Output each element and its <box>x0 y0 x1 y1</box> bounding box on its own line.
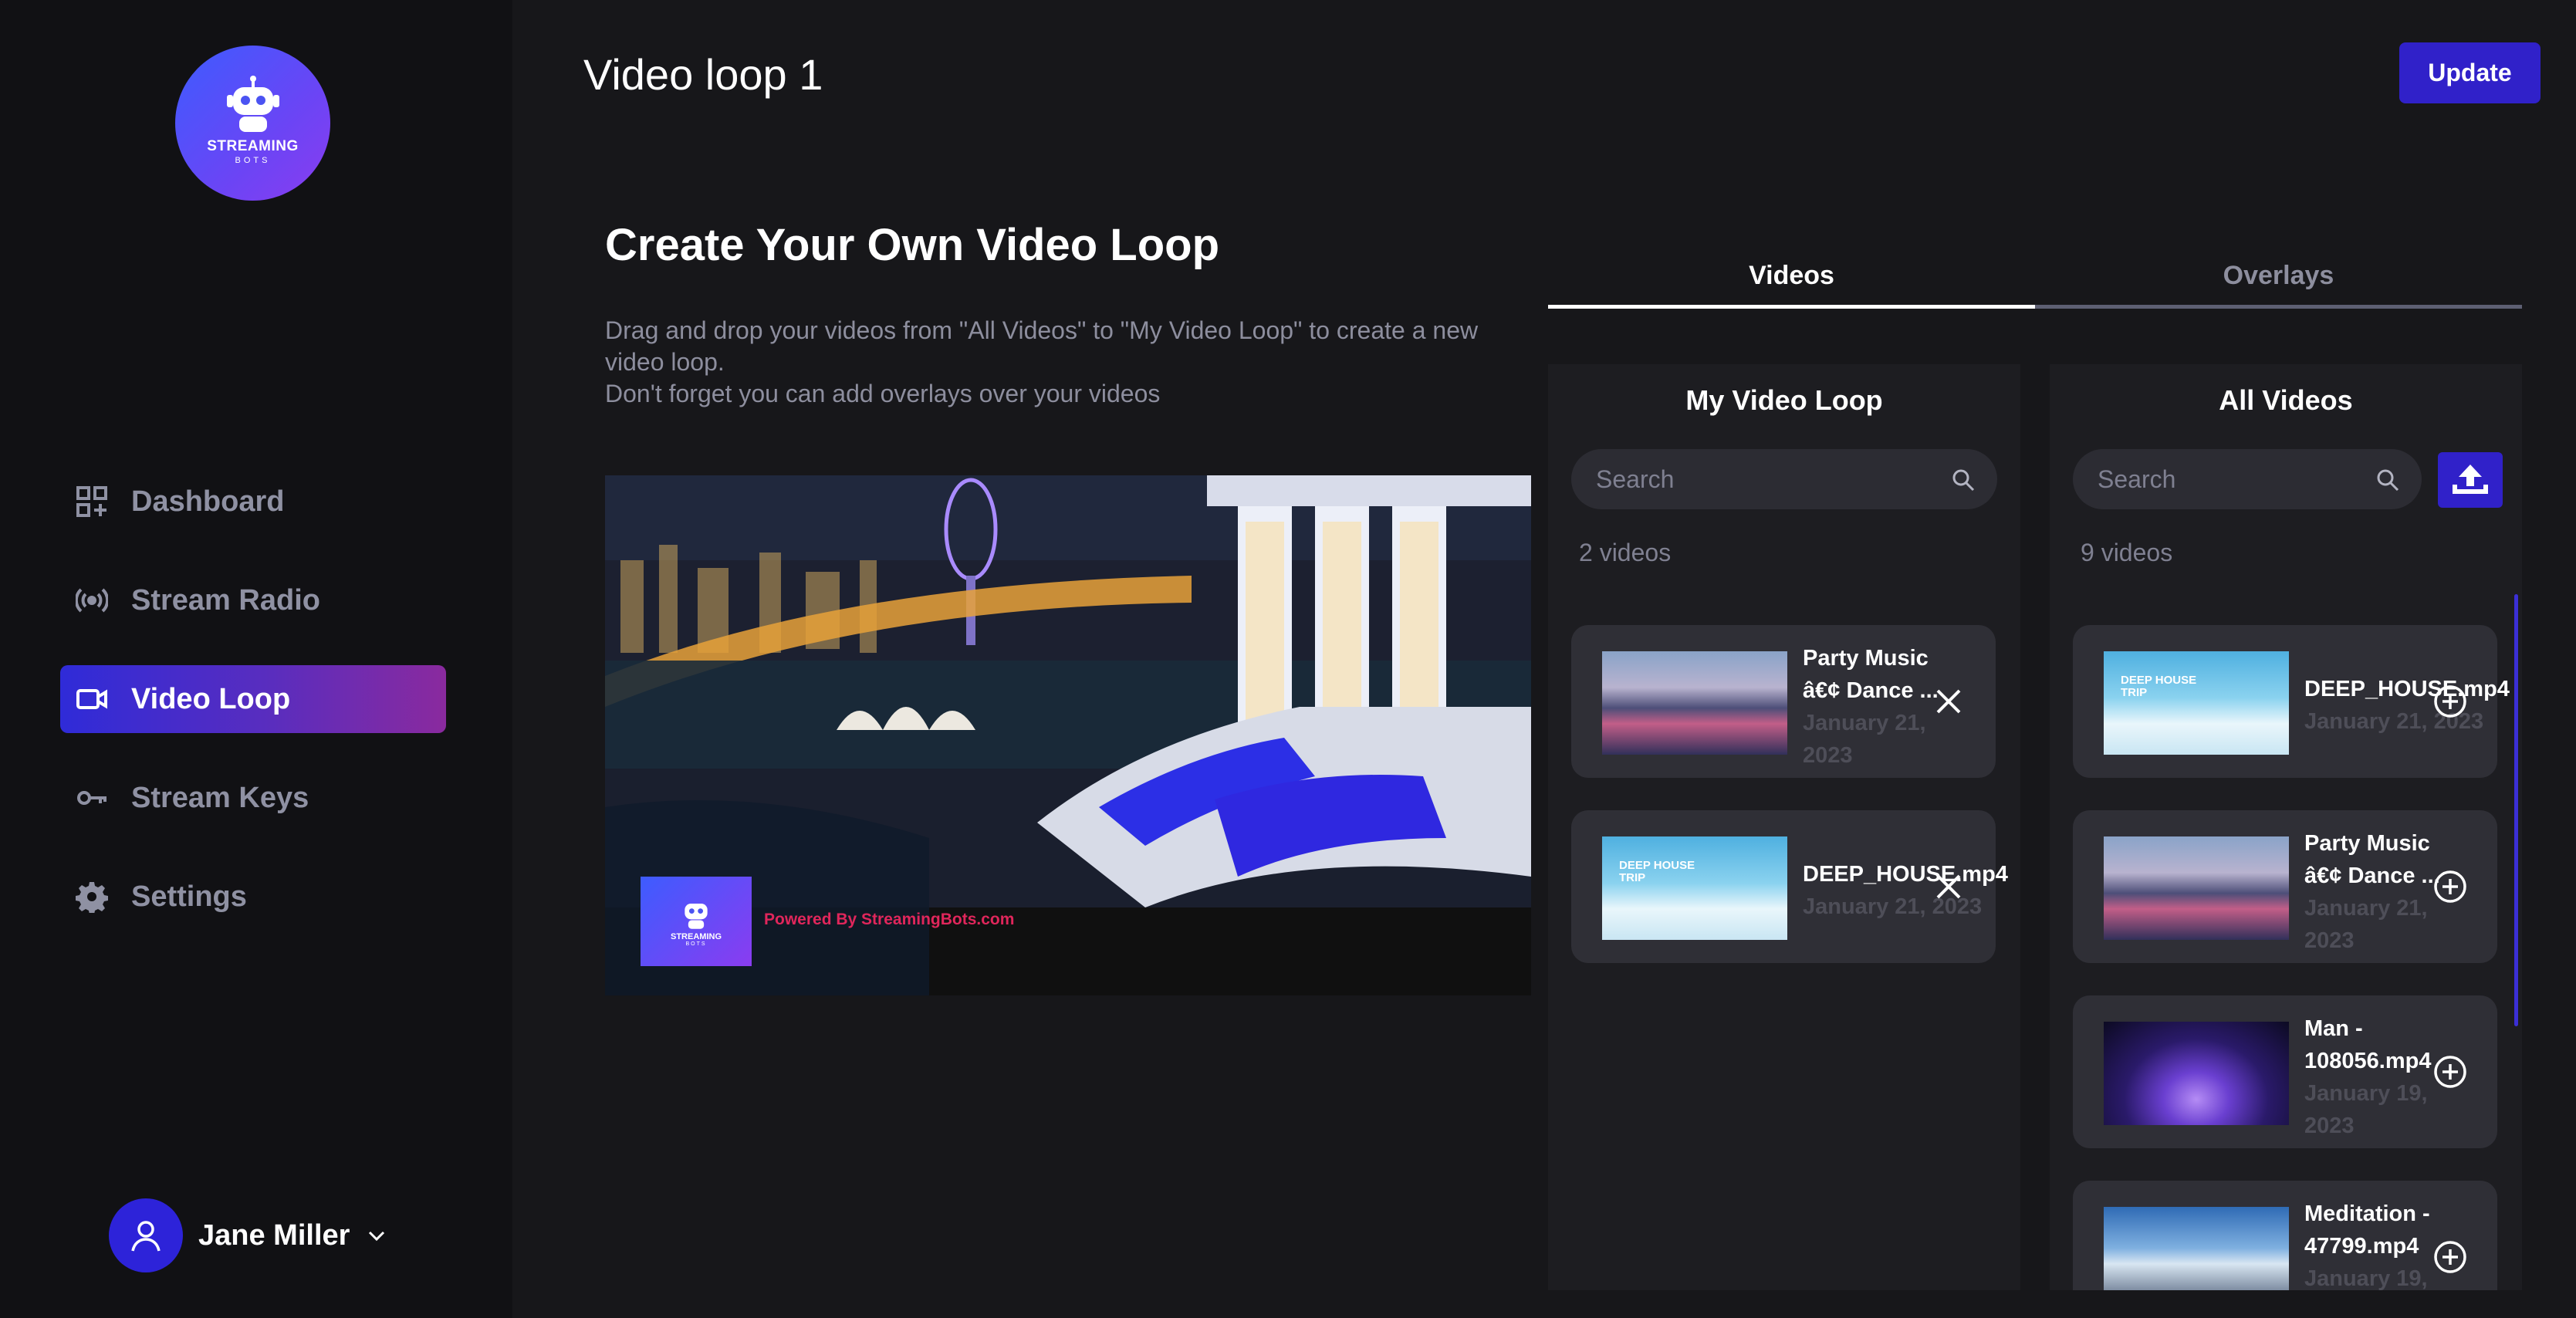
sidebar-item-video-loop[interactable]: Video Loop <box>60 665 446 733</box>
upload-icon <box>2453 465 2488 494</box>
upload-button[interactable] <box>2438 452 2503 508</box>
sidebar: STREAMING BOTS Dashboard Stream Radio Vi… <box>0 0 512 1318</box>
all-videos-search-field[interactable]: Search <box>2073 449 2422 509</box>
sidebar-item-label: Dashboard <box>131 485 285 518</box>
add-icon[interactable] <box>2432 1054 2468 1090</box>
section-heading: Create Your Own Video Loop <box>605 220 1219 270</box>
video-preview[interactable]: STREAMING BOTS Powered By StreamingBots.… <box>605 475 1531 995</box>
tab-bar: Videos Overlays <box>1548 247 2522 309</box>
update-button[interactable]: Update <box>2399 42 2541 103</box>
sidebar-item-label: Stream Radio <box>131 583 320 617</box>
user-icon <box>131 1221 161 1252</box>
thumbnail-text: DEEP HOUSE TRIP <box>1619 859 1695 884</box>
list-item[interactable]: Party Music â€¢ Dance ... January 21, 20… <box>1571 625 1996 778</box>
search-input[interactable]: Search <box>1596 465 1674 494</box>
key-icon <box>77 791 106 805</box>
section-description: Drag and drop your videos from "All Vide… <box>605 315 1516 410</box>
page-title: Video loop 1 <box>583 50 823 99</box>
robot-icon <box>226 76 279 132</box>
sidebar-item-settings[interactable]: Settings <box>60 863 446 931</box>
logo-text: STREAMING <box>207 138 299 154</box>
video-count: 2 videos <box>1579 539 1672 566</box>
radio-icon <box>76 588 108 613</box>
sidebar-item-stream-keys[interactable]: Stream Keys <box>60 764 446 832</box>
video-thumbnail <box>2104 1207 2289 1290</box>
my-loop-search-field[interactable]: Search <box>1571 449 1997 509</box>
list-item[interactable]: Meditation - 47799.mp4 January 19, 2023 <box>2073 1181 2497 1290</box>
tab-videos[interactable]: Videos <box>1548 247 2035 309</box>
all-videos-panel: All Videos Search 9 videos DEEP HOUSE TR… <box>2050 364 2522 1290</box>
my-video-loop-panel: My Video Loop Search 2 videos Party Musi… <box>1548 364 2020 1290</box>
user-name: Jane Miller <box>198 1218 350 1252</box>
watermark-logo: STREAMING BOTS <box>641 877 752 966</box>
search-input[interactable]: Search <box>2098 465 2175 494</box>
sidebar-item-label: Settings <box>131 880 247 913</box>
sidebar-item-dashboard[interactable]: Dashboard <box>60 468 446 536</box>
thumbnail-text: DEEP HOUSE TRIP <box>2121 674 2197 699</box>
list-item[interactable]: DEEP HOUSE TRIP DEEP_HOUSE.mp4 January 2… <box>1571 810 2008 963</box>
sidebar-item-stream-radio[interactable]: Stream Radio <box>60 566 446 634</box>
search-icon <box>2377 469 2399 492</box>
logo-text: STREAMING <box>671 931 722 941</box>
watermark-text: Powered By StreamingBots.com <box>764 911 1015 928</box>
description-line: Drag and drop your videos from "All Vide… <box>605 316 1479 376</box>
avatar <box>109 1198 183 1272</box>
close-icon[interactable] <box>1931 869 1966 904</box>
video-count: 9 videos <box>2081 539 2173 566</box>
panel-title: All Videos <box>2219 384 2353 416</box>
logo-subtext: BOTS <box>685 941 707 947</box>
chevron-down-icon <box>369 1231 385 1242</box>
sidebar-item-label: Video Loop <box>131 682 291 715</box>
video-date: January 21, 2023 <box>1803 894 1983 919</box>
panel-title: My Video Loop <box>1685 384 1883 416</box>
sidebar-item-label: Stream Keys <box>131 781 309 814</box>
video-camera-icon <box>76 689 107 709</box>
all-videos-scrollbar[interactable] <box>2514 594 2518 1026</box>
user-menu[interactable]: Jane Miller <box>109 1198 387 1272</box>
robot-icon <box>685 903 708 929</box>
video-thumbnail <box>1602 651 1787 755</box>
video-title: DEEP_HOUSE.mp4 <box>2304 677 2510 701</box>
video-thumbnail: DEEP HOUSE TRIP <box>2104 651 2289 755</box>
video-thumbnail: DEEP HOUSE TRIP <box>1602 836 1787 940</box>
description-line: Don't forget you can add overlays over y… <box>605 380 1161 407</box>
dashboard-icon <box>76 486 107 517</box>
video-date: January 21, 2023 <box>2304 709 2484 734</box>
close-icon[interactable] <box>1931 684 1966 719</box>
gear-icon <box>76 882 108 913</box>
search-icon <box>1952 469 1975 492</box>
list-item[interactable]: Man - 108056.mp4 January 19, 2023 <box>2073 995 2497 1148</box>
list-item[interactable]: DEEP HOUSE TRIP DEEP_HOUSE.mp4 January 2… <box>2073 625 2510 778</box>
add-icon[interactable] <box>2432 684 2468 719</box>
tab-overlays[interactable]: Overlays <box>2035 247 2522 309</box>
video-thumbnail <box>2104 836 2289 940</box>
video-thumbnail <box>2104 1022 2289 1125</box>
logo-subtext: BOTS <box>235 156 271 165</box>
add-icon[interactable] <box>2432 1239 2468 1275</box>
list-item[interactable]: Party Music â€¢ Dance ... January 21, 20… <box>2073 810 2497 963</box>
add-icon[interactable] <box>2432 869 2468 904</box>
video-title: DEEP_HOUSE.mp4 <box>1803 862 2008 887</box>
streaming-bots-logo[interactable]: STREAMING BOTS <box>175 46 330 201</box>
